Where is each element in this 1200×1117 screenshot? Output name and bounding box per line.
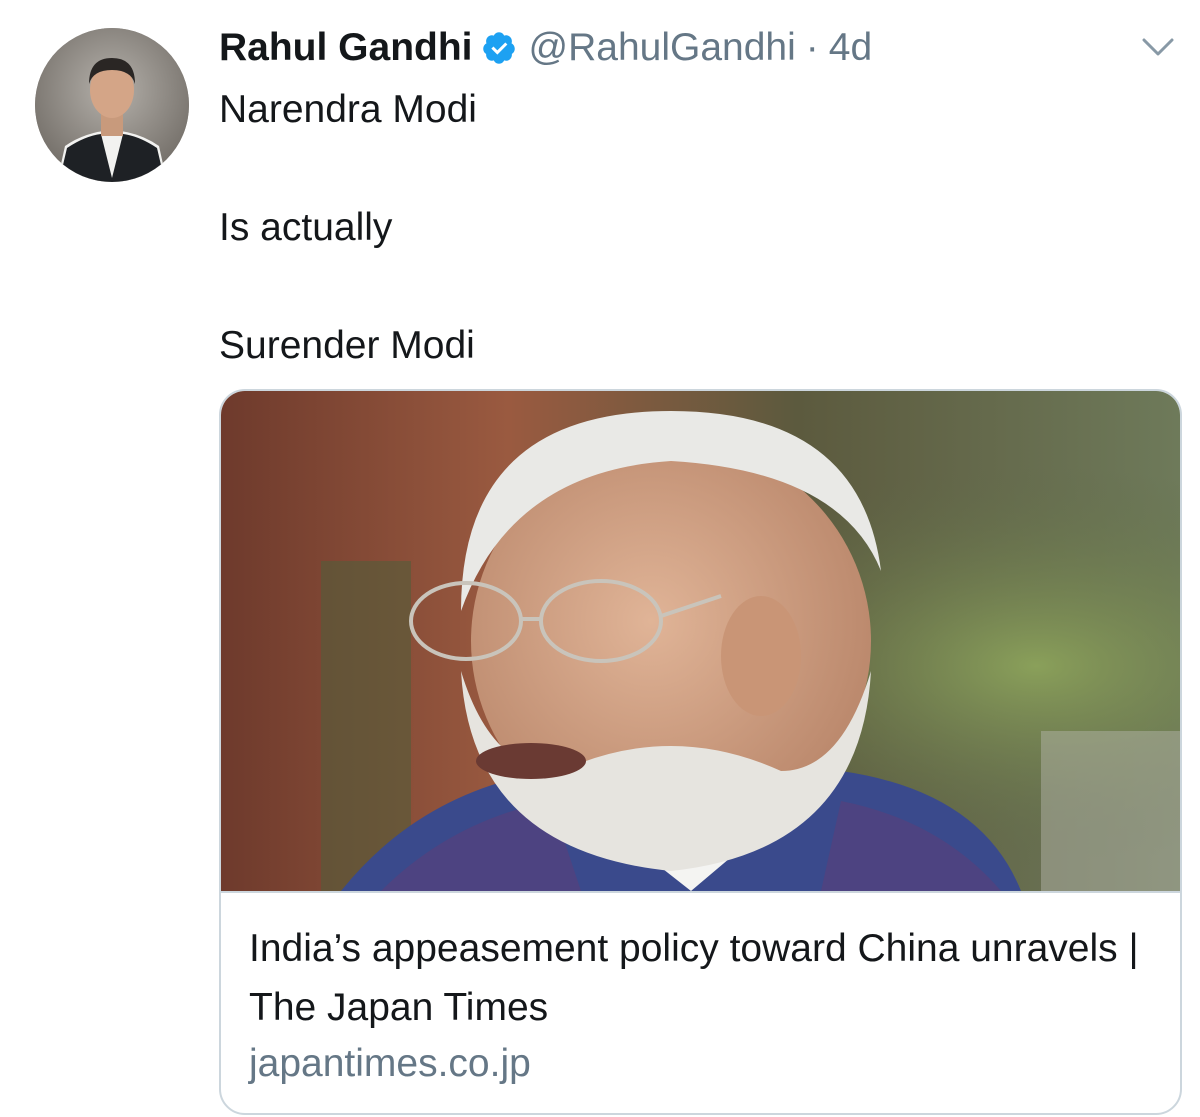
separator-dot: · — [805, 26, 819, 69]
verified-badge-icon — [481, 30, 517, 66]
author-handle[interactable]: @RahulGandhi — [529, 22, 796, 74]
tweet-text-line: Narendra Modi — [219, 88, 477, 131]
link-card-domain[interactable]: japantimes.co.jp — [249, 1039, 531, 1089]
avatar-photo-icon — [35, 28, 189, 182]
author-avatar[interactable] — [35, 28, 189, 182]
author-display-name[interactable]: Rahul Gandhi — [219, 22, 473, 74]
link-card-title[interactable]: India’s appeasement policy toward China … — [249, 919, 1149, 1037]
tweet-text-line: Surender Modi — [219, 324, 475, 367]
link-card-image[interactable] — [221, 391, 1180, 891]
tweet-text: Narendra Modi Is actually Surender Modi — [219, 80, 1159, 375]
chevron-down-icon[interactable] — [1138, 30, 1178, 66]
tweet-timestamp[interactable]: 4d — [829, 22, 872, 74]
link-preview-card[interactable]: India’s appeasement policy toward China … — [219, 389, 1182, 1115]
article-photo-icon — [221, 391, 1180, 891]
tweet-header: Rahul Gandhi @RahulGandhi · 4d — [219, 22, 872, 74]
tweet-text-line: Is actually — [219, 206, 393, 249]
card-divider — [221, 891, 1180, 893]
